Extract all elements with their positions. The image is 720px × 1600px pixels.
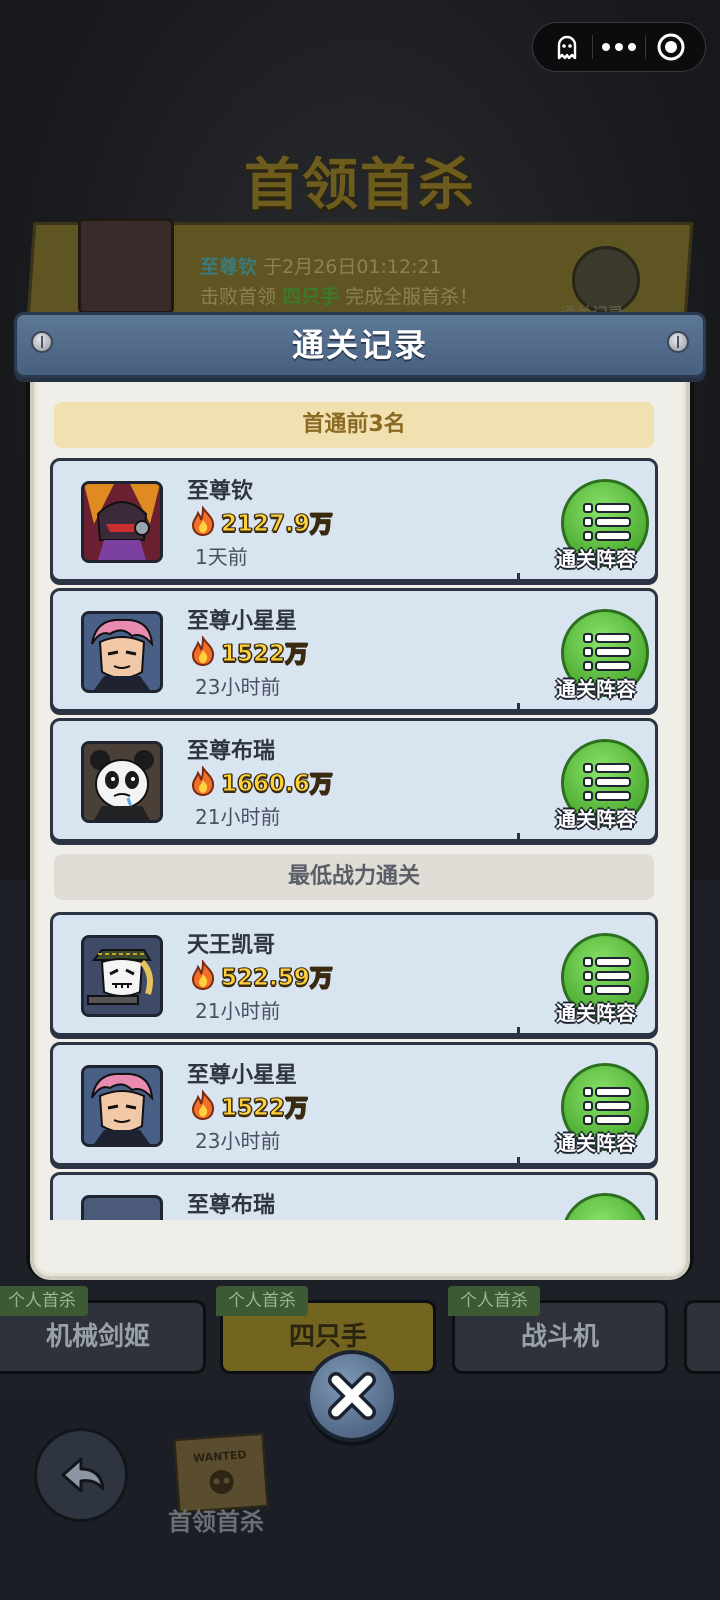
lineup-label: 通关阵容 (556, 677, 636, 701)
list-icon (583, 503, 631, 541)
flame-icon (191, 766, 215, 796)
announce-suffix: 完成全服首杀！ (345, 286, 479, 308)
rivet-icon (667, 331, 689, 353)
list-icon (583, 763, 631, 801)
time-ago: 1天前 (195, 545, 248, 569)
player-name: 至尊布瑞 (187, 739, 276, 764)
player-avatar (81, 1065, 163, 1147)
miniprogram-capsule (532, 22, 706, 72)
announce-prefix: 击败首领 (200, 286, 277, 308)
player-avatar (81, 1195, 163, 1220)
record-card: 至尊钦 2127.9万 1天前 通关阵容 (50, 458, 658, 582)
flame-icon (191, 1090, 215, 1120)
section-lowest-power: 最低战力通关 (54, 854, 654, 900)
power-value: 1660.6万 (221, 771, 334, 798)
record-card: 天王凯哥 522.59万 21小时前 通关阵容 (50, 912, 658, 1036)
flame-icon (191, 636, 215, 666)
boss-tab-4[interactable] (684, 1300, 720, 1374)
flame-icon (191, 960, 215, 990)
announce-line-2: 击败首领 四只手 完成全服首杀！ (200, 282, 478, 309)
announce-player: 至尊钦 (200, 256, 258, 278)
time-ago: 21小时前 (195, 805, 281, 829)
boss-tab-badge: 个人首杀 (0, 1286, 88, 1316)
boss-tab-badge: 个人首杀 (216, 1286, 308, 1316)
player-name: 至尊钦 (187, 479, 254, 504)
record-card: 至尊布瑞 1660.6万 21小时前 通关阵容 (50, 718, 658, 842)
player-avatar (81, 481, 163, 563)
player-name: 至尊布瑞 (187, 1193, 276, 1218)
list-icon (583, 633, 631, 671)
player-name: 至尊小星星 (187, 609, 298, 634)
capsule-divider (644, 35, 646, 59)
boss-tab-name: 四只手 (288, 1322, 367, 1352)
time-ago: 23小时前 (195, 675, 281, 699)
power-row: 2127.9万 (189, 505, 334, 538)
modal-header: 通关记录 (14, 312, 706, 378)
close-button[interactable] (306, 1350, 398, 1442)
record-card: 至尊小星星 1522万 23小时前 通关阵容 (50, 588, 658, 712)
power-row: 522.59万 (189, 959, 334, 992)
announce-boss: 四只手 (282, 286, 340, 308)
modal-title: 通关记录 (291, 326, 428, 364)
ghost-icon[interactable] (545, 25, 589, 69)
power-row: 1660.6万 (189, 765, 334, 798)
power-value: 2127.9万 (221, 511, 334, 538)
skull-icon (209, 1469, 234, 1494)
power-row: 1522万 (189, 1089, 309, 1122)
time-ago: 21小时前 (195, 999, 281, 1023)
target-circle-icon[interactable] (649, 25, 693, 69)
close-icon (328, 1372, 376, 1420)
page-title: 首领首杀 (244, 153, 476, 218)
power-row: 1522万 (189, 635, 309, 668)
more-dots-icon[interactable] (597, 25, 641, 69)
player-avatar (81, 935, 163, 1017)
list-icon (583, 957, 631, 995)
time-ago: 23小时前 (195, 1129, 281, 1153)
boss-tab-name: 战斗机 (520, 1322, 599, 1352)
announce-line-1: 至尊钦 于2月26日01:12:21 (200, 252, 442, 279)
boss-tab-badge: 个人首杀 (448, 1286, 540, 1316)
player-name: 天王凯哥 (187, 933, 276, 958)
back-button[interactable] (34, 1428, 128, 1522)
lineup-label: 通关阵容 (556, 1001, 636, 1025)
flame-icon (191, 506, 215, 536)
record-list[interactable]: 首通前3名 至尊钦 2127.9万 1天前 通关阵容 至尊小星星 1522万 2… (40, 386, 680, 1220)
lineup-label: 通关阵容 (556, 807, 636, 831)
player-avatar (81, 611, 163, 693)
record-card: 至尊小星星 1522万 23小时前 通关阵容 (50, 1042, 658, 1166)
power-value: 1522万 (220, 641, 309, 668)
player-avatar (81, 741, 163, 823)
player-name: 至尊小星星 (187, 1063, 298, 1088)
list-icon (583, 1087, 631, 1125)
power-value: 1522万 (220, 1095, 309, 1122)
lineup-label: 通关阵容 (556, 547, 636, 571)
announce-time: 于2月26日01:12:21 (263, 256, 442, 278)
first-kill-avatar (78, 218, 174, 314)
footer-label: 首领首杀 (168, 1508, 264, 1536)
lineup-button[interactable] (561, 1193, 649, 1220)
power-value: 522.59万 (221, 965, 334, 992)
back-arrow-icon (61, 1457, 105, 1493)
boss-tab-name: 机械剑姬 (45, 1322, 150, 1352)
capsule-divider (592, 35, 594, 59)
section-first-clear: 首通前3名 (54, 402, 654, 448)
record-card: 至尊布瑞 (50, 1172, 658, 1220)
lineup-label: 通关阵容 (556, 1131, 636, 1155)
